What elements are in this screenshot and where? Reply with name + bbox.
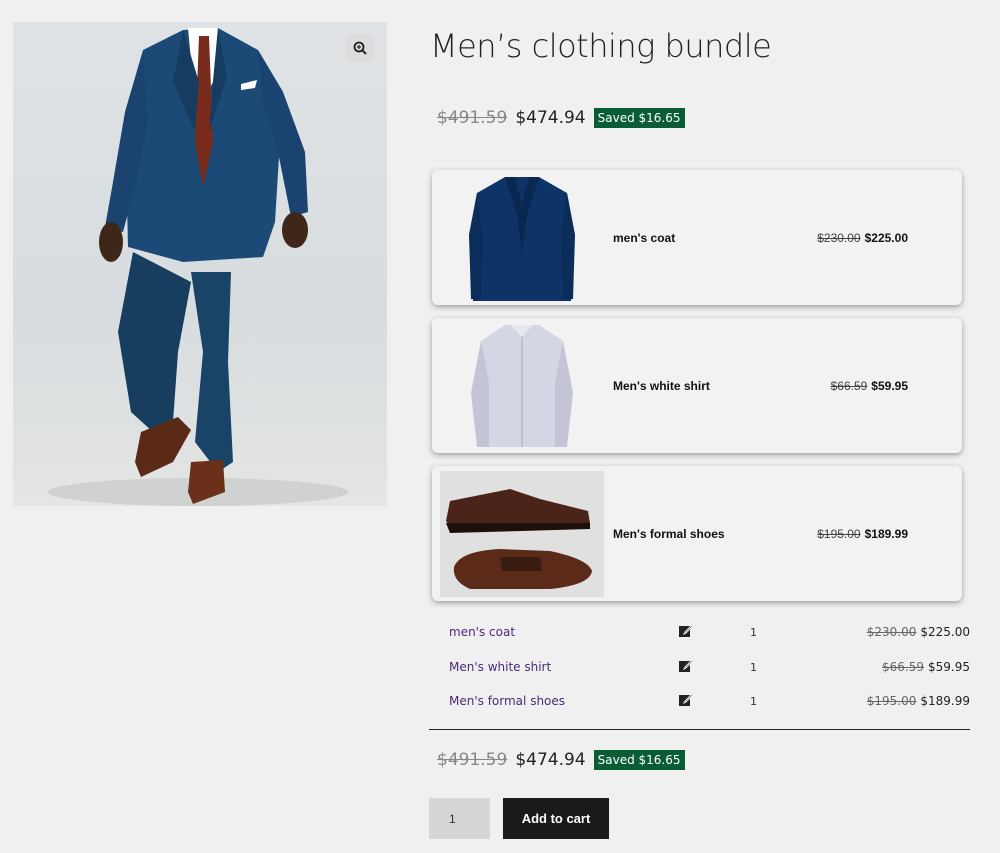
summary-old-price: $230.00: [866, 625, 917, 639]
bundle-item-name: men's coat: [613, 230, 676, 245]
edit-icon[interactable]: [678, 658, 694, 674]
summary-product-link[interactable]: Men's formal shoes: [449, 694, 565, 708]
bundle-item-name: Men's formal shoes: [613, 526, 725, 541]
summary-price: $66.59 $59.95: [882, 660, 970, 674]
coat-image: [440, 175, 604, 301]
bundle-item-old-price: $66.59: [830, 378, 868, 393]
shoes-image: [440, 471, 604, 597]
sale-price: $474.94: [515, 108, 586, 128]
bundle-item-name: Men's white shirt: [613, 378, 710, 393]
summary-product-link[interactable]: Men's white shirt: [449, 660, 551, 674]
summary-row: Men's white shirt 1 $66.59 $59.95: [449, 657, 970, 677]
edit-icon[interactable]: [678, 692, 694, 708]
summary-old-price: $66.59: [882, 660, 924, 674]
bundle-item-new-price: $59.95: [871, 378, 908, 393]
shirt-image: [440, 323, 604, 449]
summary-quantity: 1: [750, 695, 757, 708]
product-main-image[interactable]: [13, 22, 387, 506]
original-price: $491.59: [437, 108, 508, 128]
summary-price: $195.00 $189.99: [867, 694, 970, 708]
summary-new-price: $189.99: [920, 694, 970, 708]
saved-badge: Saved $16.65: [593, 108, 685, 128]
summary-new-price: $59.95: [928, 660, 970, 674]
magnify-icon: [353, 41, 367, 55]
summary-new-price: $225.00: [920, 625, 970, 639]
suited-man-image: [48, 28, 348, 506]
bundle-item-card[interactable]: men's coat $230.00 $225.00: [432, 170, 962, 305]
bundle-item-old-price: $195.00: [817, 526, 861, 541]
add-to-cart-button[interactable]: Add to cart: [503, 798, 609, 839]
bundle-item-card[interactable]: Men's formal shoes $195.00 $189.99: [432, 466, 962, 601]
total-saved-badge: Saved $16.65: [593, 750, 685, 770]
bundle-item-price: $230.00 $225.00: [817, 170, 908, 305]
divider: [429, 729, 970, 730]
summary-old-price: $195.00: [866, 694, 917, 708]
bundle-item-old-price: $230.00: [817, 230, 861, 245]
summary-row: Men's formal shoes 1 $195.00 $189.99: [449, 691, 970, 711]
summary-quantity: 1: [750, 626, 757, 639]
quantity-input[interactable]: [429, 798, 490, 839]
bundle-item-price: $66.59 $59.95: [831, 318, 908, 453]
summary-row: men's coat 1 $230.00 $225.00: [449, 622, 970, 642]
total-sale-price: $474.94: [515, 750, 586, 770]
bundle-item-new-price: $189.99: [864, 526, 908, 541]
bundle-item-new-price: $225.00: [864, 230, 908, 245]
zoom-button[interactable]: [346, 34, 374, 62]
summary-product-link[interactable]: men's coat: [449, 625, 515, 639]
summary-quantity: 1: [750, 661, 757, 674]
bundle-item-price: $195.00 $189.99: [817, 466, 908, 601]
edit-icon[interactable]: [678, 623, 694, 639]
product-price: $491.59 $474.94 Saved $16.65: [437, 108, 685, 128]
bundle-item-card[interactable]: Men's white shirt $66.59 $59.95: [432, 318, 962, 453]
total-price: $491.59 $474.94 Saved $16.65: [437, 750, 685, 770]
product-title: Men’s clothing bundle: [430, 27, 772, 65]
summary-price: $230.00 $225.00: [867, 625, 970, 639]
total-original-price: $491.59: [437, 750, 508, 770]
